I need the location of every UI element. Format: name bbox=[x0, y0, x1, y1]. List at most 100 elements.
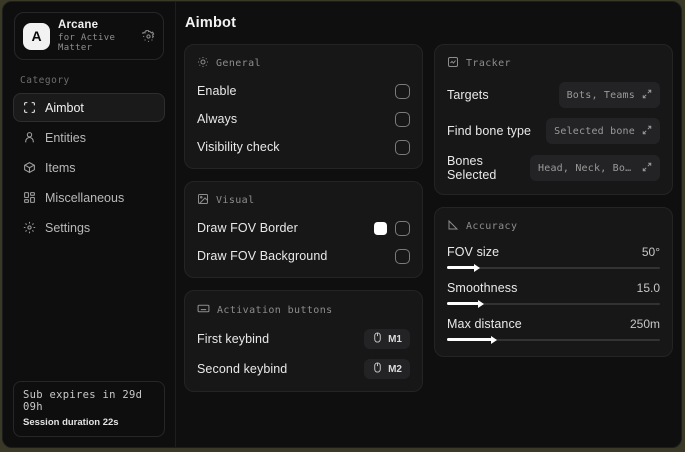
sidebar-item-entities[interactable]: Entities bbox=[13, 123, 165, 152]
angle-icon bbox=[447, 219, 459, 234]
section-title: Tracker bbox=[466, 58, 511, 69]
main-content: Aimbot General Enable Always Visibility … bbox=[176, 2, 681, 447]
dropdown-value: Head, Neck, Body, Pe.. bbox=[538, 162, 635, 174]
setting-label: Smoothness bbox=[447, 281, 518, 295]
sidebar-item-miscellaneous[interactable]: Miscellaneous bbox=[13, 183, 165, 212]
sidebar-item-label: Items bbox=[45, 160, 76, 175]
sidebar-item-label: Settings bbox=[45, 220, 91, 235]
slider-value: 50° bbox=[641, 245, 660, 259]
image-icon bbox=[197, 193, 209, 208]
sun-icon bbox=[197, 56, 209, 71]
slider-thumb[interactable] bbox=[490, 335, 497, 344]
fov-size-slider-block: FOV size 50° bbox=[447, 245, 660, 272]
section-title: General bbox=[216, 58, 261, 69]
slider-value: 250m bbox=[629, 317, 660, 331]
cheat-menu-window: A Arcane for Active Matter Category Aimb… bbox=[2, 1, 682, 448]
first-keybind-button[interactable]: M1 bbox=[364, 329, 410, 349]
section-title: Accuracy bbox=[466, 221, 518, 232]
session-duration-text: Session duration 22s bbox=[23, 417, 119, 428]
setting-row-draw-fov-border: Draw FOV Border bbox=[197, 219, 410, 237]
activation-buttons-card: Activation buttons First keybind M1 Seco… bbox=[184, 290, 423, 392]
sidebar-item-items[interactable]: Items bbox=[13, 153, 165, 182]
expand-icon bbox=[642, 122, 652, 140]
smoothness-slider-block: Smoothness 15.0 bbox=[447, 281, 660, 308]
second-keybind-button[interactable]: M2 bbox=[364, 359, 410, 379]
setting-row-visibility-check: Visibility check bbox=[197, 138, 410, 156]
accuracy-section-header: Accuracy bbox=[447, 219, 660, 234]
visual-card: Visual Draw FOV Border Draw FOV Backgrou… bbox=[184, 181, 423, 278]
keybind-value: M2 bbox=[388, 363, 402, 375]
left-column: General Enable Always Visibility check V… bbox=[184, 44, 423, 392]
slider-value: 15.0 bbox=[636, 281, 660, 295]
find-bone-type-dropdown[interactable]: Selected bone bbox=[546, 118, 660, 144]
expand-icon bbox=[642, 159, 652, 177]
setting-label: Targets bbox=[447, 88, 489, 102]
keybind-value: M1 bbox=[388, 333, 402, 345]
brand-name: Arcane bbox=[58, 19, 99, 31]
setting-row-targets: Targets Bots, Teams bbox=[447, 82, 660, 108]
max-distance-slider-block: Max distance 250m bbox=[447, 317, 660, 344]
crosshair-scan-icon bbox=[23, 101, 36, 114]
mouse-icon bbox=[372, 332, 383, 346]
slider-fill bbox=[447, 263, 480, 272]
category-nav: Aimbot Entities Items Miscellaneous Sett… bbox=[3, 93, 175, 242]
cube-icon bbox=[23, 161, 36, 174]
bones-selected-dropdown[interactable]: Head, Neck, Body, Pe.. bbox=[530, 155, 660, 181]
setting-row-always: Always bbox=[197, 110, 410, 128]
always-checkbox[interactable] bbox=[395, 111, 410, 127]
setting-row-first-keybind: First keybind M1 bbox=[197, 329, 410, 349]
setting-label: Visibility check bbox=[197, 140, 280, 154]
sidebar-item-label: Entities bbox=[45, 130, 86, 145]
brand-subtitle: for Active Matter bbox=[58, 33, 116, 53]
tracker-section-header: Tracker bbox=[447, 56, 660, 71]
mouse-icon bbox=[372, 362, 383, 376]
setting-label: FOV size bbox=[447, 245, 500, 259]
setting-label: Find bone type bbox=[447, 124, 532, 138]
setting-row-second-keybind: Second keybind M2 bbox=[197, 359, 410, 379]
slider-thumb[interactable] bbox=[473, 263, 480, 272]
setting-row-draw-fov-background: Draw FOV Background bbox=[197, 247, 410, 265]
setting-label: Always bbox=[197, 112, 238, 126]
setting-label: Draw FOV Border bbox=[197, 221, 298, 235]
setting-label: Draw FOV Background bbox=[197, 249, 328, 263]
accuracy-card: Accuracy FOV size 50° Smoothness 15.0 Ma… bbox=[434, 207, 673, 357]
section-title: Visual bbox=[216, 195, 255, 206]
subscription-info-card: Sub expires in 29d 09h Session duration … bbox=[13, 381, 165, 437]
slider-fill bbox=[447, 335, 497, 344]
smoothness-slider[interactable] bbox=[447, 299, 660, 308]
draw-fov-border-checkbox[interactable] bbox=[395, 220, 410, 236]
tracker-card: Tracker Targets Bots, Teams Find bone ty… bbox=[434, 44, 673, 195]
radar-icon bbox=[447, 56, 459, 71]
visual-section-header: Visual bbox=[197, 193, 410, 208]
dropdown-value: Bots, Teams bbox=[566, 89, 635, 101]
fov-size-slider[interactable] bbox=[447, 263, 660, 272]
setting-label: Enable bbox=[197, 84, 237, 98]
setting-row-bones-selected: Bones Selected Head, Neck, Body, Pe.. bbox=[447, 154, 660, 182]
sidebar-item-aimbot[interactable]: Aimbot bbox=[13, 93, 165, 122]
sidebar: A Arcane for Active Matter Category Aimb… bbox=[3, 2, 176, 447]
brand-card: A Arcane for Active Matter bbox=[14, 12, 164, 60]
draw-fov-background-checkbox[interactable] bbox=[395, 248, 410, 264]
general-card: General Enable Always Visibility check bbox=[184, 44, 423, 169]
setting-label: Bones Selected bbox=[447, 154, 497, 182]
general-section-header: General bbox=[197, 56, 410, 71]
max-distance-slider[interactable] bbox=[447, 335, 660, 344]
enable-checkbox[interactable] bbox=[395, 83, 410, 99]
slider-thumb[interactable] bbox=[477, 299, 484, 308]
gear-icon[interactable] bbox=[142, 29, 155, 43]
visibility-check-checkbox[interactable] bbox=[395, 139, 410, 155]
setting-label: First keybind bbox=[197, 332, 270, 346]
layout-icon bbox=[23, 191, 36, 204]
sidebar-item-settings[interactable]: Settings bbox=[13, 213, 165, 242]
setting-row-enable: Enable bbox=[197, 82, 410, 100]
setting-label: Second keybind bbox=[197, 362, 288, 376]
setting-label: Max distance bbox=[447, 317, 522, 331]
section-title: Activation buttons bbox=[217, 304, 333, 316]
expand-icon bbox=[642, 86, 652, 104]
entities-person-icon bbox=[23, 131, 36, 144]
fov-border-color-swatch[interactable] bbox=[374, 221, 387, 235]
brand-logo: A bbox=[23, 22, 50, 50]
category-label: Category bbox=[20, 75, 70, 86]
page-title: Aimbot bbox=[185, 15, 237, 31]
targets-dropdown[interactable]: Bots, Teams bbox=[558, 82, 660, 108]
